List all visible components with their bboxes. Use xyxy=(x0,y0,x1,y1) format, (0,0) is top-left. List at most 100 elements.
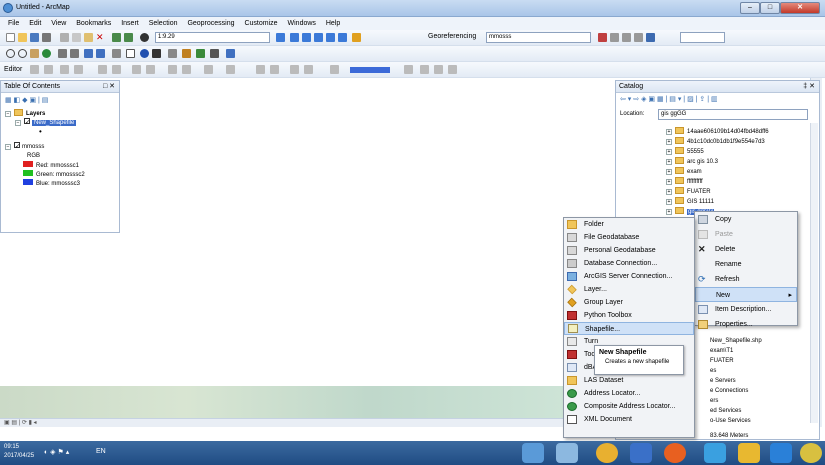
select-elements-icon[interactable] xyxy=(126,49,135,58)
paste-icon[interactable] xyxy=(84,33,93,42)
toc-shapefile-layer[interactable]: − ✓ New_Shapefile xyxy=(15,118,77,128)
catalog-subitem[interactable]: e Servers xyxy=(710,377,736,386)
arcmap-taskbar-icon[interactable] xyxy=(630,443,652,463)
collapse-icon[interactable]: − xyxy=(5,144,11,150)
menu-geoprocessing[interactable]: Geoprocessing xyxy=(187,20,234,27)
collapse-icon[interactable]: − xyxy=(5,111,11,117)
find-route-icon[interactable] xyxy=(196,49,205,58)
add-control-points-icon[interactable] xyxy=(622,33,631,42)
rotate-feature-icon[interactable] xyxy=(112,65,121,74)
catalog-subitem[interactable]: ed Services xyxy=(710,407,741,416)
transparency-icon[interactable] xyxy=(448,65,457,74)
menu-delete[interactable]: ✕ Delete xyxy=(695,242,797,257)
delete-icon[interactable]: ✕ xyxy=(96,33,105,42)
python-window-icon[interactable] xyxy=(338,33,347,42)
menu-bookmarks[interactable]: Bookmarks xyxy=(76,20,111,27)
menu-windows[interactable]: Windows xyxy=(288,20,316,27)
menu-new[interactable]: New ▸ xyxy=(695,287,797,302)
catalog-subitem[interactable]: exam\T1 xyxy=(710,347,733,356)
menu-view[interactable]: View xyxy=(51,20,66,27)
system-tray-icons[interactable]: ◐ ◈ ⚑ ▴ xyxy=(44,448,69,456)
edge-icon[interactable] xyxy=(770,443,792,463)
minimize-button[interactable]: – xyxy=(740,2,760,14)
catalog-subitem[interactable]: e Connections xyxy=(710,387,748,396)
flicker-icon[interactable] xyxy=(434,65,443,74)
chrome-icon[interactable] xyxy=(596,443,618,463)
arctoolbox-icon[interactable] xyxy=(326,33,335,42)
fixed-zoom-in-icon[interactable] xyxy=(58,49,67,58)
clock[interactable]: 09:15 2017/04/25 xyxy=(4,443,34,461)
text-tool-icon[interactable] xyxy=(304,65,313,74)
undo-icon[interactable] xyxy=(112,33,121,42)
search-icon[interactable] xyxy=(522,443,544,463)
menu-properties[interactable]: Properties... xyxy=(695,317,797,332)
go-forward-icon[interactable] xyxy=(96,49,105,58)
open-icon[interactable] xyxy=(18,33,27,42)
taskview-icon[interactable] xyxy=(556,443,578,463)
menu-customize[interactable]: Customize xyxy=(244,20,277,27)
pan-icon[interactable] xyxy=(30,49,39,58)
full-extent-icon[interactable] xyxy=(42,49,51,58)
new-xml-document[interactable]: XML Document xyxy=(564,413,694,426)
app-icon[interactable] xyxy=(800,443,822,463)
fixed-zoom-out-icon[interactable] xyxy=(70,49,79,58)
checkbox-checked-icon[interactable]: ✓ xyxy=(24,118,30,126)
catalog-subitem[interactable]: FUATER xyxy=(710,357,734,366)
print-icon[interactable] xyxy=(42,33,51,42)
new-file-geodatabase[interactable]: File Geodatabase xyxy=(564,231,694,244)
menu-help[interactable]: Help xyxy=(326,20,340,27)
save-icon[interactable] xyxy=(30,33,39,42)
new-composite-address-locator[interactable]: Composite Address Locator... xyxy=(564,400,694,413)
new-group-layer[interactable]: Group Layer xyxy=(564,296,694,309)
editor-toolbar-icon[interactable] xyxy=(276,33,285,42)
firefox-icon[interactable] xyxy=(664,443,686,463)
catalog-subitem[interactable]: es xyxy=(710,367,716,376)
catalog-item[interactable]: + ffffffffff xyxy=(666,177,703,187)
topology-icon[interactable] xyxy=(204,65,213,74)
catalog-item[interactable]: + FUATER xyxy=(666,187,711,197)
add-data-icon[interactable] xyxy=(140,33,149,42)
toc-window-icon[interactable] xyxy=(290,33,299,42)
close-button[interactable]: ✕ xyxy=(780,2,820,14)
layout-zoom-icon[interactable] xyxy=(270,65,279,74)
new-python-toolbox[interactable]: Python Toolbox xyxy=(564,309,694,322)
zoom-in-icon[interactable] xyxy=(6,49,15,58)
menu-file[interactable]: File xyxy=(8,20,19,27)
link-table-icon[interactable] xyxy=(634,33,643,42)
hyperlink-icon[interactable] xyxy=(152,49,161,58)
maximize-button[interactable]: □ xyxy=(760,2,780,14)
shapefile-layer-name[interactable]: New_Shapefile xyxy=(32,120,77,126)
catalog-subitem[interactable]: ers xyxy=(710,397,718,406)
identify-icon[interactable] xyxy=(140,49,149,58)
zoom-out-icon[interactable] xyxy=(18,49,27,58)
edit-annotation-icon[interactable] xyxy=(44,65,53,74)
new-shapefile[interactable]: Shapefile... xyxy=(564,322,694,335)
collapse-icon[interactable]: − xyxy=(15,120,21,126)
rotate-icon[interactable] xyxy=(598,33,607,42)
catalog-subitem[interactable]: o-Use Services xyxy=(710,417,751,426)
effects-icon[interactable] xyxy=(404,65,413,74)
toc-close-icon[interactable]: □ ✕ xyxy=(103,81,115,93)
go-back-icon[interactable] xyxy=(84,49,93,58)
catalog-item[interactable]: +55555 xyxy=(666,147,704,157)
go-to-xy-icon[interactable] xyxy=(210,49,219,58)
new-personal-geodatabase[interactable]: Personal Geodatabase xyxy=(564,244,694,257)
viewer-icon[interactable] xyxy=(646,33,655,42)
file-explorer-icon[interactable] xyxy=(738,443,760,463)
catalog-toolbar[interactable]: ⇦ ▾ ⇨ ◈ ▣ ▦ | ▤ ▾ | ▨ | ⇪ | ▥ xyxy=(620,95,815,107)
new-folder[interactable]: Folder xyxy=(564,218,694,231)
catalog-scrollbar[interactable] xyxy=(810,123,818,423)
toc-tab-buttons[interactable]: ▦ ◧ ◆ ▣ | ▤ xyxy=(5,96,85,106)
menu-edit[interactable]: Edit xyxy=(29,20,41,27)
menu-item-description[interactable]: Item Description... xyxy=(695,302,797,317)
catalog-subitem[interactable]: New_Shapefile.shp xyxy=(710,337,762,346)
toc-raster-layer[interactable]: − ✓ mmosss xyxy=(5,142,44,152)
catalog-window-icon[interactable] xyxy=(302,33,311,42)
reshape-icon[interactable] xyxy=(182,65,191,74)
new-database-connection[interactable]: Database Connection... xyxy=(564,257,694,270)
measure-icon[interactable] xyxy=(182,49,191,58)
menu-rename[interactable]: Rename xyxy=(695,257,797,272)
new-document-icon[interactable] xyxy=(6,33,15,42)
map-scale-input[interactable]: 1:9.29 xyxy=(155,32,270,43)
color-swatch[interactable] xyxy=(350,67,390,73)
